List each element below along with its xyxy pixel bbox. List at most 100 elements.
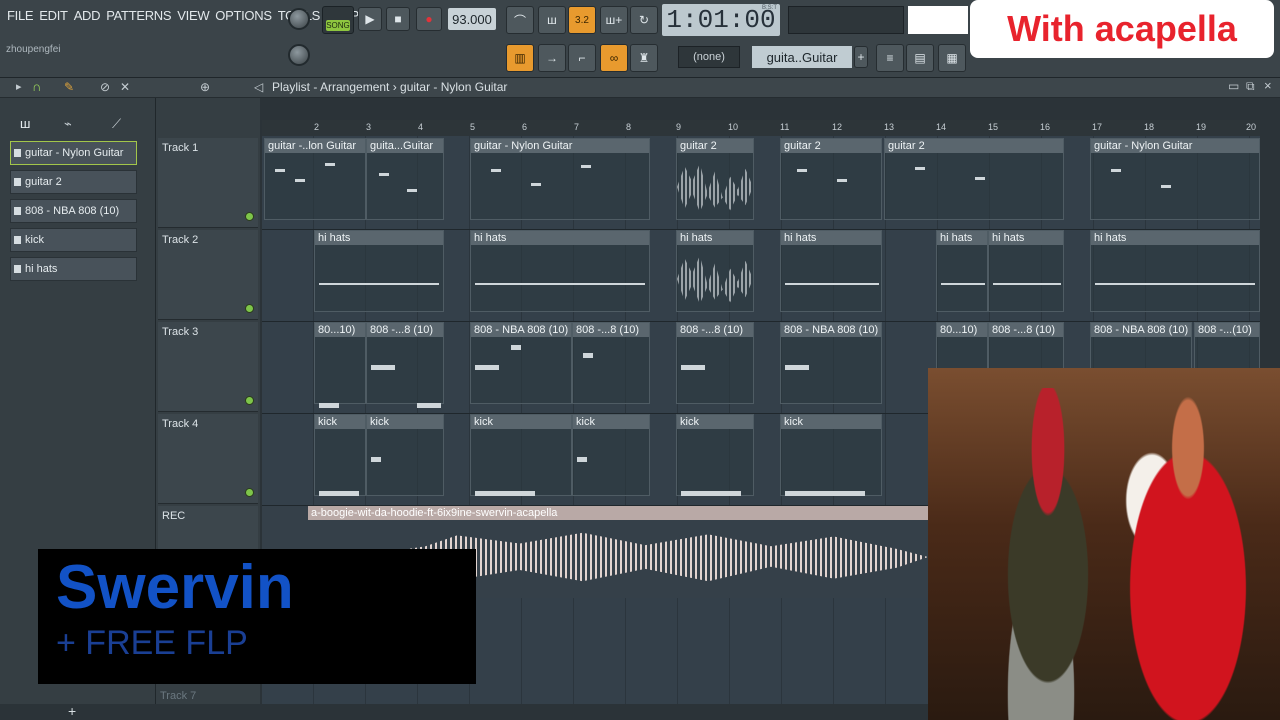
wait-input-icon[interactable]: ш xyxy=(538,6,566,34)
picker-item[interactable]: guitar - Nylon Guitar xyxy=(10,141,137,165)
user-label: zhoupengfei xyxy=(6,44,61,55)
delete-icon[interactable]: ⊘ xyxy=(100,80,110,94)
pattern-clip[interactable]: 808 - NBA 808 (10) xyxy=(780,322,882,404)
mute-icon[interactable]: ✕ xyxy=(120,80,130,94)
pattern-selector[interactable]: (none) xyxy=(678,46,740,68)
track-header[interactable]: Track 3 xyxy=(158,322,258,412)
track-enable-led[interactable] xyxy=(245,488,254,497)
mixer-window-icon[interactable]: ▦ xyxy=(938,44,966,72)
pattern-clip[interactable]: kick xyxy=(366,414,444,496)
lane-track-2: hi hats hi hats hi hats hi hats hi hats … xyxy=(262,230,1260,322)
playlist-window-icon[interactable]: ≡ xyxy=(876,44,904,72)
channel-selector[interactable]: guita..Guitar xyxy=(752,46,852,68)
magnet-icon[interactable]: ∩ xyxy=(32,79,41,94)
channel-rack-window-icon[interactable]: ▤ xyxy=(906,44,934,72)
piano-roll-icon[interactable]: ▥ xyxy=(506,44,534,72)
slide-icon[interactable]: ⌐ xyxy=(568,44,596,72)
track-enable-led[interactable] xyxy=(245,304,254,313)
picker-item[interactable]: 808 - NBA 808 (10) xyxy=(10,199,137,223)
pattern-clip[interactable]: kick xyxy=(572,414,650,496)
pattern-clip[interactable]: hi hats xyxy=(1090,230,1260,312)
master-volume-knob[interactable] xyxy=(288,8,310,30)
cpu-monitor xyxy=(788,6,904,34)
pattern-clip[interactable]: guitar - Nylon Guitar xyxy=(1090,138,1260,220)
ruler-bar: 11 xyxy=(780,122,790,132)
close-icon[interactable]: × xyxy=(1264,78,1272,93)
track-header[interactable]: Track 4 xyxy=(158,414,258,504)
menu-add[interactable]: ADD xyxy=(71,8,104,28)
pattern-clip[interactable]: 80...10) xyxy=(314,322,366,408)
loop-record-icon[interactable]: ↻ xyxy=(630,6,658,34)
ruler-bar: 20 xyxy=(1246,122,1257,132)
track-name: Track 7 xyxy=(160,690,197,702)
pattern-clip[interactable]: guitar - Nylon Guitar xyxy=(470,138,650,220)
step-edit-icon[interactable]: 3.2 xyxy=(568,6,596,34)
ruler-bar: 9 xyxy=(676,122,682,132)
timeline-ruler[interactable]: 2 3 4 5 6 7 8 9 10 11 12 13 14 15 16 17 … xyxy=(262,120,1260,136)
ruler-bar: 3 xyxy=(366,122,372,132)
pattern-clip[interactable]: 808 -...8 (10) xyxy=(366,322,444,408)
breadcrumb: Playlist - Arrangement › guitar - Nylon … xyxy=(272,80,508,94)
zoom-icon[interactable]: ⊕ xyxy=(200,80,210,94)
automation-picker-icon[interactable]: ⟋ xyxy=(112,116,121,132)
pattern-clip[interactable]: hi hats xyxy=(936,230,988,312)
audio-clip[interactable]: hi hats xyxy=(676,230,754,312)
pattern-clip[interactable]: kick xyxy=(780,414,882,496)
pattern-clip[interactable]: kick xyxy=(676,414,754,496)
speaker-icon[interactable]: ◁ xyxy=(254,80,263,94)
stop-button[interactable]: ■ xyxy=(386,7,410,31)
track-enable-led[interactable] xyxy=(245,212,254,221)
metronome-icon[interactable]: ⌒ xyxy=(506,6,534,34)
pattern-clip[interactable]: kick xyxy=(314,414,366,496)
menu-view[interactable]: VIEW xyxy=(174,8,212,28)
tempo-display[interactable]: 93.000 xyxy=(448,8,496,30)
pattern-clip[interactable]: guitar -..lon Guitar xyxy=(264,138,366,220)
picker-item[interactable]: kick xyxy=(10,228,137,252)
pattern-clip[interactable]: guita...Guitar xyxy=(366,138,444,220)
typing-keyboard-icon[interactable]: ш+ xyxy=(600,6,628,34)
pattern-clip[interactable]: 808 -...8 (10) xyxy=(676,322,754,404)
add-pattern-button[interactable]: + xyxy=(854,46,868,68)
pattern-picker-icon[interactable]: ш xyxy=(20,116,30,131)
picker-item[interactable]: hi hats xyxy=(10,257,137,281)
ruler-bar: 12 xyxy=(832,122,843,132)
pattern-clip[interactable]: guitar 2 xyxy=(780,138,882,220)
arrow-right-icon[interactable]: → xyxy=(538,44,566,72)
master-pitch-knob[interactable] xyxy=(288,44,310,66)
minimize-icon[interactable]: ▭ xyxy=(1228,79,1239,93)
track-header[interactable]: REC xyxy=(158,506,258,554)
ruler-bar: 17 xyxy=(1092,122,1103,132)
ruler-bar: 8 xyxy=(626,122,632,132)
menu-patterns[interactable]: PATTERNS xyxy=(103,8,174,28)
play-button[interactable]: ▶ xyxy=(358,7,382,31)
menu-edit[interactable]: EDIT xyxy=(36,8,70,28)
pencil-icon[interactable]: ✎ xyxy=(64,80,74,94)
restore-icon[interactable]: ⧉ xyxy=(1246,79,1255,94)
add-track-button[interactable]: + xyxy=(68,703,76,719)
track-header[interactable]: Track 1 xyxy=(158,138,258,228)
menu-file[interactable]: FILE xyxy=(4,8,36,28)
link-icon[interactable]: ∞ xyxy=(600,44,628,72)
pattern-clip[interactable]: hi hats xyxy=(470,230,650,312)
pattern-clip[interactable]: kick xyxy=(470,414,572,496)
bell-icon[interactable]: ♜ xyxy=(630,44,658,72)
track-enable-led[interactable] xyxy=(245,396,254,405)
menu-options[interactable]: OPTIONS xyxy=(212,8,274,28)
record-button[interactable]: ● xyxy=(416,7,442,31)
ruler-bar: 4 xyxy=(418,122,424,132)
ruler-bar: 10 xyxy=(728,122,739,132)
playlist-arrow-icon[interactable]: ▸ xyxy=(16,80,22,93)
pattern-clip[interactable]: hi hats xyxy=(988,230,1064,312)
pattern-clip[interactable]: hi hats xyxy=(780,230,882,312)
pattern-clip[interactable]: 808 -...8 (10) xyxy=(572,322,650,404)
audio-clip-acapella[interactable]: a-boogie-wit-da-hoodie-ft-6ix9ine-swervi… xyxy=(308,506,928,520)
song-title: Swervin xyxy=(56,553,294,622)
picker-item[interactable]: guitar 2 xyxy=(10,170,137,194)
track-header[interactable]: Track 2 xyxy=(158,230,258,320)
pattern-clip[interactable]: guitar 2 xyxy=(884,138,1064,220)
pattern-clip[interactable]: hi hats xyxy=(314,230,444,312)
audio-clip[interactable]: guitar 2 xyxy=(676,138,754,220)
audio-picker-icon[interactable]: ⌁ xyxy=(64,116,72,132)
pattern-clip[interactable]: 808 - NBA 808 (10) xyxy=(470,322,572,404)
lane-track-1: guitar -..lon Guitar guita...Guitar guit… xyxy=(262,138,1260,230)
